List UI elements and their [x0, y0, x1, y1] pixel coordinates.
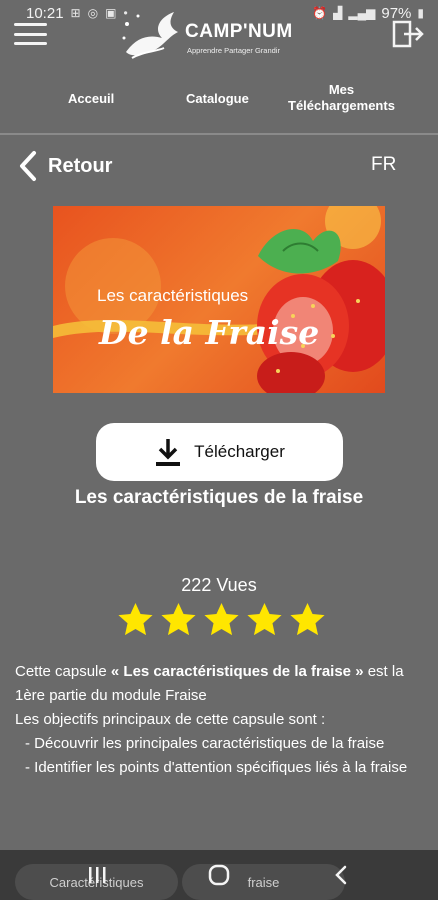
tab-mes-telechargements-line2: Téléchargements [288, 98, 395, 113]
whatsapp-icon: ◎ [87, 6, 99, 20]
menu-icon-bar [14, 23, 47, 26]
star-icon [161, 602, 196, 636]
home-icon[interactable] [207, 864, 231, 886]
tab-catalogue[interactable]: Catalogue [186, 91, 249, 107]
menu-button[interactable] [14, 23, 47, 45]
description-intro: Cette capsule « Les caractéristiques de … [15, 660, 425, 708]
brand-tagline: Apprendre Partager Grandir [187, 46, 280, 55]
back-label: Retour [48, 154, 113, 177]
nav-divider [0, 133, 438, 135]
tab-mes-telechargements-line1: Mes [328, 82, 355, 97]
grid-icon: ⊞ [70, 6, 81, 20]
view-count: 222 Vues [181, 575, 257, 595]
banner-line2: De la Fraise [99, 313, 320, 352]
main-nav: Acceuil Catalogue Mes Téléchargements [0, 80, 438, 130]
star-icon [118, 602, 153, 636]
download-label: Télécharger [194, 442, 285, 461]
menu-icon-bar [14, 42, 47, 45]
capsule-description: Cette capsule « Les caractéristiques de … [15, 660, 425, 780]
signal-icon: ▟ [333, 6, 343, 20]
description-bullet-2: - Identifier les points d'attention spéc… [25, 759, 408, 776]
description-intro-bold: « Les caractéristiques de la fraise » [110, 663, 364, 680]
bird-logo-icon [122, 12, 178, 59]
chevron-left-icon [20, 151, 36, 181]
language-selector[interactable]: FR [371, 154, 396, 176]
star-icon [204, 602, 239, 636]
description-objectives-heading: Les objectifs principaux de cette capsul… [15, 711, 326, 728]
image-icon: ▣ [105, 6, 117, 20]
back-button[interactable]: Retour [18, 150, 112, 182]
rating-stars [116, 600, 327, 640]
logout-icon[interactable] [392, 18, 424, 50]
status-left: 10:21 ⊞ ◎ ▣ • [26, 5, 128, 22]
tab-accueil[interactable]: Acceuil [68, 91, 114, 107]
description-bullet-1: - Découvrir les principales caractéristi… [25, 735, 385, 752]
back-nav-icon[interactable] [332, 864, 350, 886]
brand-logo[interactable]: CAMP'NUM Apprendre Partager Grandir [118, 6, 328, 64]
menu-icon-bar [14, 32, 47, 36]
tab-mes-telechargements[interactable]: Mes Téléchargements [288, 82, 395, 114]
recent-apps-icon[interactable] [86, 864, 108, 886]
download-button[interactable]: Télécharger [96, 423, 343, 481]
cell-signal-icon: ▂▄▆ [348, 6, 376, 20]
star-icon [247, 602, 282, 636]
capsule-title: Les caractéristiques de la fraise [74, 487, 364, 508]
star-icon [290, 602, 325, 636]
description-intro-prefix: Cette capsule [15, 663, 111, 680]
brand-name: CAMP'NUM [185, 21, 293, 42]
banner-line1: Les caractéristiques [97, 286, 249, 305]
download-icon [156, 439, 181, 466]
status-time: 10:21 [26, 4, 64, 22]
capsule-banner-image: Les caractéristiques De la Fraise [53, 206, 385, 393]
